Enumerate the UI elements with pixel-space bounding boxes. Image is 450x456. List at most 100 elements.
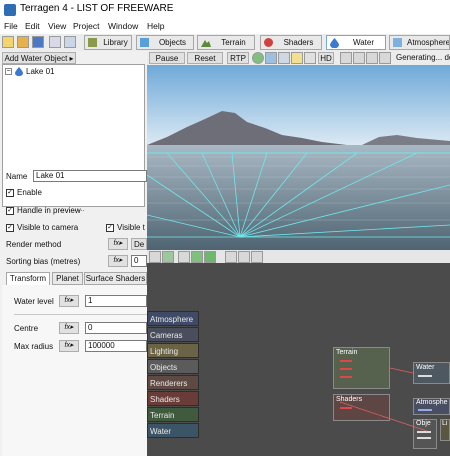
camera-icon[interactable] xyxy=(149,251,161,263)
eraser-icon[interactable] xyxy=(379,52,391,64)
fx-label: fx xyxy=(113,257,119,264)
render-method-label: Render method xyxy=(6,240,62,249)
main-toolbar: Library Objects Terrain Shaders Water At… xyxy=(0,34,450,52)
reset-button[interactable]: Reset xyxy=(187,52,223,64)
window-title: Terragen 4 - LIST OF FREEWARE xyxy=(20,3,173,14)
tab-atmosphere[interactable]: Atmosphere xyxy=(389,35,450,50)
centre-field[interactable]: 0 xyxy=(85,322,147,334)
rtp-button[interactable]: RTP xyxy=(227,52,249,64)
menu-view[interactable]: View xyxy=(48,21,66,31)
tab-objects-label: Objects xyxy=(158,38,187,47)
max-radius-fx-button[interactable]: fx▸ xyxy=(59,340,79,352)
centre-label: Centre xyxy=(14,324,39,333)
menu-edit[interactable]: Edit xyxy=(25,21,40,31)
tab-surface-shaders[interactable]: Surface Shaders xyxy=(84,272,147,285)
preview-viewport[interactable] xyxy=(147,65,450,250)
play-icon[interactable] xyxy=(191,251,203,263)
tab-water[interactable]: Water xyxy=(326,35,386,50)
pause-button[interactable]: Pause xyxy=(149,52,185,64)
library-icon xyxy=(88,38,97,47)
snapshot-icon[interactable] xyxy=(178,251,190,263)
enable-checkbox[interactable]: ✓ xyxy=(6,189,14,197)
tab-surface-shaders-label: Surface Shaders xyxy=(85,274,146,283)
tree-item-lake-01[interactable]: Lake 01 xyxy=(26,67,54,76)
texture-icon[interactable] xyxy=(265,52,277,64)
add-water-object-label: Add Water Object xyxy=(4,54,68,63)
node-connections xyxy=(339,367,428,432)
visible-to-other-checkbox[interactable]: ✓ xyxy=(106,224,114,232)
tab-terrain[interactable]: Terrain xyxy=(197,35,255,50)
max-radius-field[interactable]: 100000 xyxy=(85,340,147,352)
save-icon[interactable] xyxy=(32,36,44,48)
add-water-object-button[interactable]: Add Water Object ▸ xyxy=(2,52,76,64)
frame-icon[interactable] xyxy=(238,251,250,263)
handle-in-preview-checkbox[interactable]: ✓ xyxy=(6,207,14,215)
menu-window[interactable]: Window xyxy=(108,21,138,31)
hd-button[interactable]: HD xyxy=(318,52,334,64)
visible-to-camera-checkbox[interactable]: ✓ xyxy=(6,224,14,232)
water-object-tree: − Lake 01 xyxy=(2,64,145,207)
crop-icon[interactable] xyxy=(251,251,263,263)
fx-label: fx xyxy=(64,297,70,304)
dropdown-arrow-icon: ▸ xyxy=(67,54,74,63)
node-network-view[interactable]: Atmosphere Cameras Lighting Objects Rend… xyxy=(147,263,450,456)
render-method-fx-button[interactable]: fx▸ xyxy=(108,238,128,250)
settings-icon[interactable] xyxy=(64,36,76,48)
mountain-icon xyxy=(201,38,211,47)
render-method-dropdown[interactable]: De xyxy=(131,238,147,250)
menu-file[interactable]: File xyxy=(4,21,18,31)
tab-water-label: Water xyxy=(352,38,375,47)
refresh-icon[interactable] xyxy=(204,251,216,263)
viewport-control-bar xyxy=(147,250,450,263)
sorting-bias-label: Sorting bias (metres) xyxy=(6,257,81,266)
max-radius-label: Max radius xyxy=(14,342,54,351)
render-icon[interactable] xyxy=(49,36,61,48)
collapse-toggle-icon[interactable]: − xyxy=(5,68,12,75)
wireframe-icon[interactable] xyxy=(304,52,316,64)
eyedropper-icon[interactable] xyxy=(353,52,365,64)
eye-icon[interactable] xyxy=(225,251,237,263)
name-field[interactable]: Lake 01 xyxy=(33,170,147,182)
centre-fx-button[interactable]: fx▸ xyxy=(59,322,79,334)
brush-icon[interactable] xyxy=(366,52,378,64)
tab-objects[interactable]: Objects xyxy=(136,35,194,50)
generating-status: Generating... detai xyxy=(396,53,450,62)
tab-terrain-label: Terrain xyxy=(221,38,246,47)
sorting-bias-fx-button[interactable]: fx▸ xyxy=(108,255,128,267)
tab-library[interactable]: Library xyxy=(84,35,132,50)
open-folder-icon[interactable] xyxy=(17,36,29,48)
new-file-icon[interactable] xyxy=(2,36,14,48)
sub-tab-bar: Transform Planet Surface Shaders xyxy=(2,271,147,286)
sphere-view-icon[interactable] xyxy=(252,52,264,64)
water-level-label: Water level xyxy=(14,297,54,306)
cloud-preview-icon[interactable] xyxy=(278,52,290,64)
fx-label: fx xyxy=(64,342,70,349)
water-level-fx-button[interactable]: fx▸ xyxy=(59,295,79,307)
droplet-icon xyxy=(330,38,339,49)
tab-planet-label: Planet xyxy=(56,274,79,283)
fx-label: fx xyxy=(64,324,70,331)
name-label: Name xyxy=(6,172,28,181)
app-logo-icon xyxy=(4,4,16,16)
sphere-icon xyxy=(264,38,273,47)
menu-project[interactable]: Project xyxy=(73,21,99,31)
preview-toolbar: Pause Reset RTP HD Generating... detai xyxy=(147,51,450,66)
title-bar: Terragen 4 - LIST OF FREEWARE xyxy=(0,0,450,20)
visible-to-other-label: Visible t xyxy=(117,223,145,232)
handle-in-preview-label: Handle in preview xyxy=(17,206,81,215)
title-separator: - xyxy=(70,3,74,14)
tab-transform[interactable]: Transform xyxy=(6,272,50,286)
cube-icon xyxy=(140,38,149,47)
tab-shaders[interactable]: Shaders xyxy=(260,35,322,50)
image-icon[interactable] xyxy=(162,251,174,263)
sorting-bias-field[interactable]: 0 xyxy=(131,255,147,267)
droplet-icon xyxy=(15,67,23,78)
paint-brush-icon[interactable] xyxy=(340,52,352,64)
water-level-field[interactable]: 1 xyxy=(85,295,147,307)
app-name: Terragen 4 xyxy=(20,3,68,14)
sun-preview-icon[interactable] xyxy=(291,52,303,64)
tab-shaders-label: Shaders xyxy=(283,38,314,47)
menu-help[interactable]: Help xyxy=(147,21,164,31)
divider xyxy=(14,314,147,315)
tab-planet[interactable]: Planet xyxy=(52,272,83,285)
